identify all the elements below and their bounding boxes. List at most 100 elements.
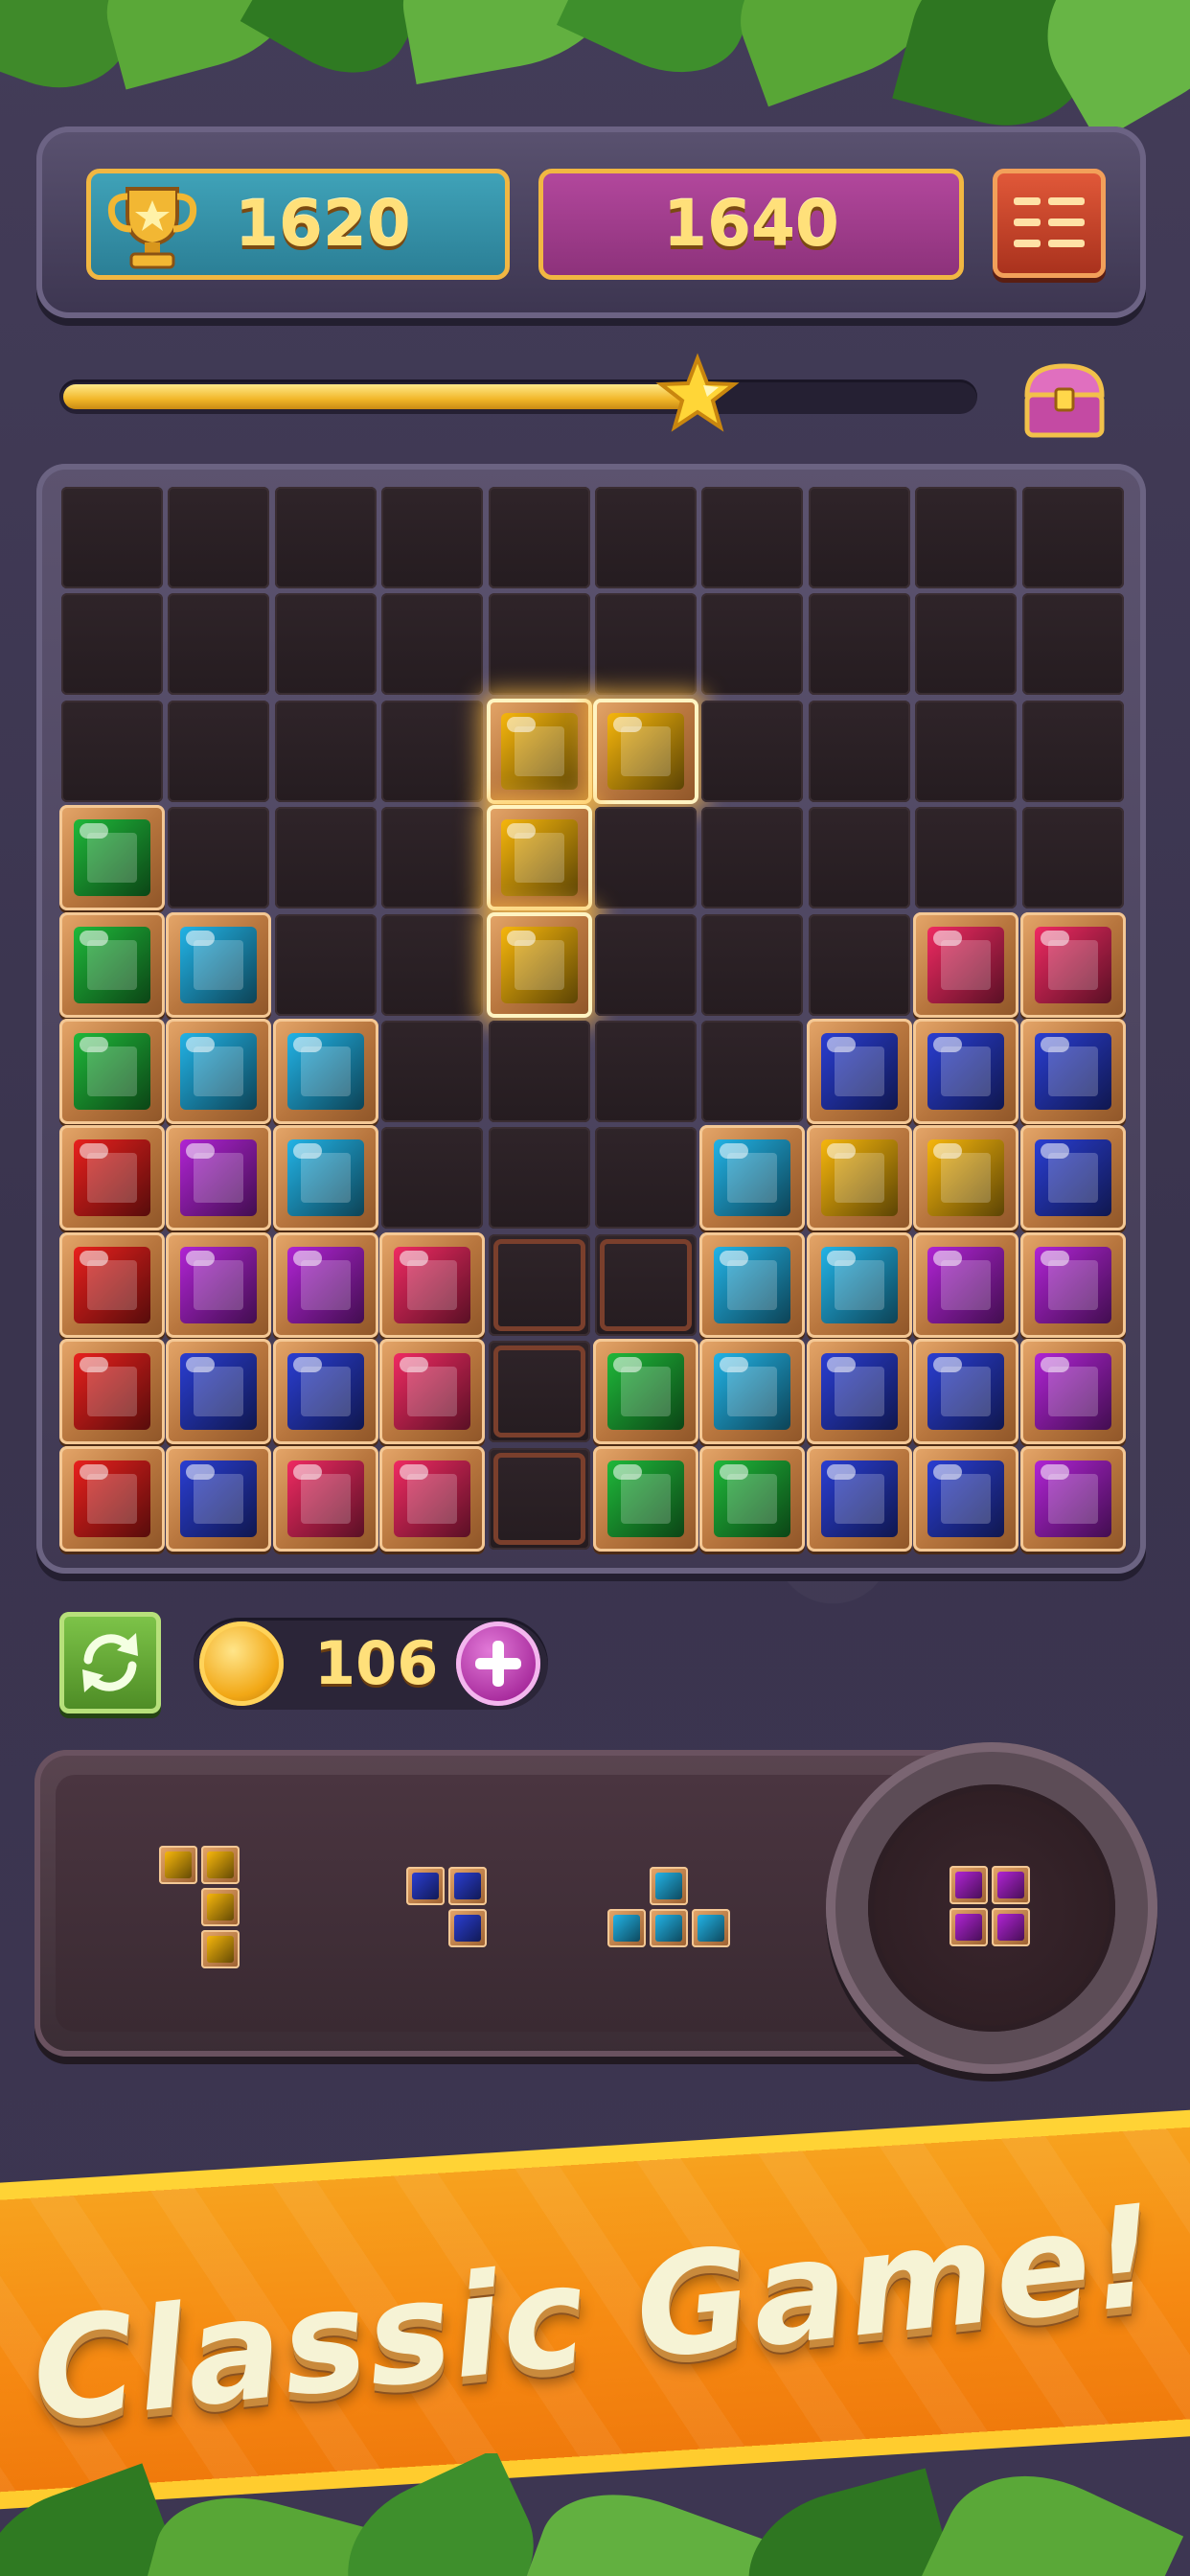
board-cell[interactable]	[915, 807, 1018, 909]
board-cell[interactable]	[168, 807, 270, 909]
board-cell[interactable]	[808, 487, 910, 588]
gem-icon	[820, 1460, 898, 1537]
board-cell[interactable]	[595, 1021, 697, 1122]
gem-block	[913, 1339, 1019, 1445]
gem-block	[806, 1019, 912, 1124]
gem-icon	[714, 1246, 791, 1323]
add-coins-button[interactable]	[456, 1622, 540, 1706]
board-cell[interactable]	[701, 700, 804, 802]
gem-icon	[74, 1139, 150, 1217]
gem-block	[166, 1125, 272, 1231]
gem-icon	[74, 1460, 150, 1537]
gem-block	[59, 911, 165, 1018]
gem-icon	[927, 1353, 1005, 1431]
gem-block	[379, 1231, 486, 1338]
board-cell[interactable]	[168, 700, 270, 802]
gem-block	[59, 1019, 165, 1124]
board-cell[interactable]	[1021, 807, 1124, 909]
board-cell[interactable]	[595, 807, 697, 909]
board-cell[interactable]	[488, 487, 590, 588]
board-cell[interactable]	[915, 487, 1018, 588]
board-cell[interactable]	[701, 913, 804, 1016]
menu-button[interactable]	[993, 169, 1106, 278]
plus-icon	[475, 1641, 521, 1687]
board-cell[interactable]	[168, 593, 270, 696]
board-cell[interactable]	[701, 1021, 804, 1122]
board-cell[interactable]	[381, 1021, 484, 1122]
trophy-icon	[107, 187, 197, 269]
board-cell[interactable]	[915, 700, 1018, 802]
gem-block	[806, 1231, 912, 1338]
board-cell[interactable]	[1021, 593, 1124, 696]
board-cell[interactable]	[808, 913, 910, 1016]
board-cell[interactable]	[701, 807, 804, 909]
board-cell[interactable]	[274, 487, 377, 588]
piece-gem-block	[201, 1930, 240, 1968]
board-cell[interactable]	[488, 1021, 590, 1122]
board-cell[interactable]	[381, 807, 484, 909]
gem-block	[913, 1231, 1019, 1338]
hold-slot[interactable]	[826, 1742, 1157, 2074]
gem-icon	[286, 1246, 364, 1323]
gem-icon	[820, 1139, 898, 1217]
board-cell[interactable]	[381, 913, 484, 1016]
board-cell[interactable]	[61, 487, 163, 588]
gem-block	[59, 805, 165, 911]
board-cell[interactable]	[381, 700, 484, 802]
board-cell[interactable]	[595, 487, 697, 588]
board-cell[interactable]	[915, 593, 1018, 696]
gem-block	[806, 1445, 912, 1552]
board-cell[interactable]	[488, 1127, 590, 1230]
board-cell[interactable]	[595, 913, 697, 1016]
piece-gem-block	[448, 1867, 487, 1905]
gem-block	[59, 1445, 165, 1552]
gem-icon	[927, 1033, 1005, 1110]
gem-block	[1019, 1445, 1126, 1552]
board-cell[interactable]	[274, 593, 377, 696]
star-icon	[655, 353, 740, 432]
board-cell[interactable]	[1021, 487, 1124, 588]
board-cell[interactable]	[274, 700, 377, 802]
board-cell[interactable]	[808, 700, 910, 802]
gem-icon	[714, 1460, 791, 1537]
treasure-chest-icon[interactable]	[1018, 356, 1111, 443]
gem-icon	[180, 1460, 258, 1537]
board-cell[interactable]	[274, 913, 377, 1016]
gem-block	[379, 1445, 486, 1552]
gem-block	[1019, 1339, 1126, 1445]
gem-block	[272, 1339, 378, 1445]
board-cell[interactable]	[808, 807, 910, 909]
board-cell[interactable]	[595, 1127, 697, 1230]
gem-icon	[500, 712, 578, 790]
gem-block	[379, 1339, 486, 1445]
coin-value: 106	[314, 1628, 439, 1698]
board-cell[interactable]	[381, 487, 484, 588]
board-cell[interactable]	[701, 593, 804, 696]
board-cell[interactable]	[168, 487, 270, 588]
game-board-grid[interactable]	[59, 485, 1127, 1552]
board-cell[interactable]	[274, 807, 377, 909]
current-score-box: 1640	[538, 169, 964, 280]
board-cell[interactable]	[595, 593, 697, 696]
piece-gem-block	[950, 1908, 988, 1946]
refresh-pieces-button[interactable]	[59, 1612, 161, 1714]
gem-icon	[607, 712, 684, 790]
gem-icon	[286, 1460, 364, 1537]
gem-icon	[394, 1460, 471, 1537]
board-cell[interactable]	[381, 593, 484, 696]
board-cell[interactable]	[488, 593, 590, 696]
gem-icon	[180, 1139, 258, 1217]
gem-block	[166, 1019, 272, 1124]
board-cell[interactable]	[381, 1127, 484, 1230]
best-score-box: 1620	[86, 169, 510, 280]
gem-block	[806, 1339, 912, 1445]
board-cell[interactable]	[701, 487, 804, 588]
gem-block	[272, 1019, 378, 1124]
board-cell[interactable]	[808, 593, 910, 696]
board-cell[interactable]	[61, 593, 163, 696]
board-cell[interactable]	[61, 700, 163, 802]
board-cell[interactable]	[1021, 700, 1124, 802]
gem-block	[272, 1231, 378, 1338]
gem-block	[806, 1125, 912, 1231]
gem-icon	[180, 1246, 258, 1323]
